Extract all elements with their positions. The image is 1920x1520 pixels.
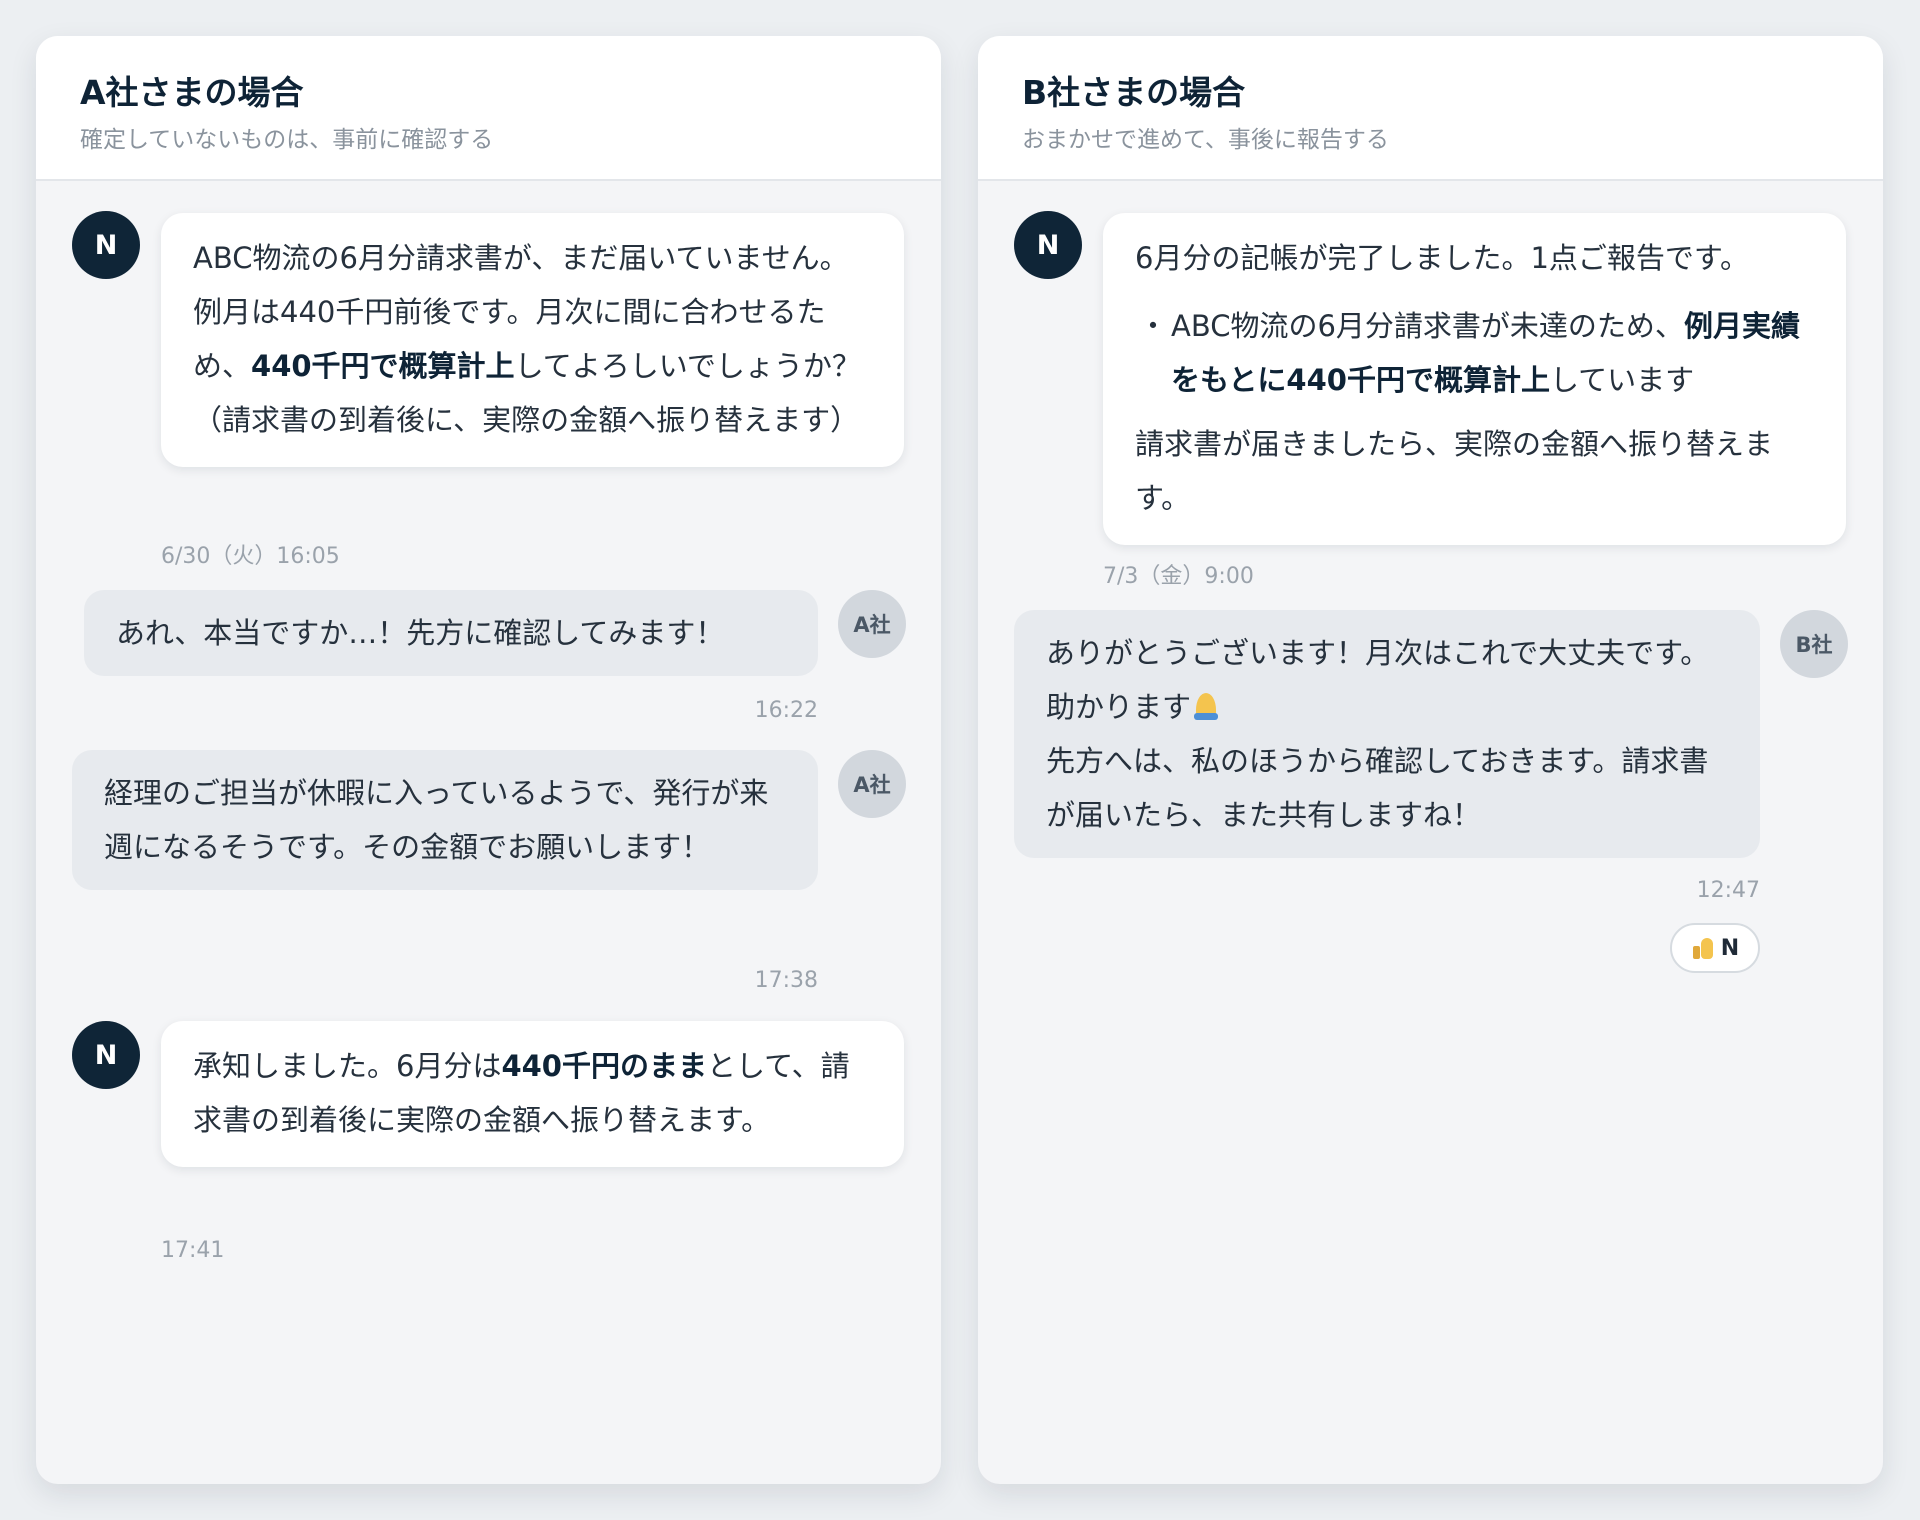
message-timestamp: 17:38 <box>754 968 818 993</box>
panel-title: B社さまの場合 <box>1022 73 1246 112</box>
avatar: B社 <box>1780 610 1848 678</box>
avatar: N <box>1014 211 1082 279</box>
message-timestamp: 6/30（火）16:05 <box>161 544 340 569</box>
bullet-text: ABC物流の6月分請求書が未達のため、例月実績をもとに440千円で概算計上してい… <box>1171 309 1800 397</box>
panel-header: A社さまの場合 確定していないものは、事前に確認する <box>36 36 941 181</box>
chat-panel-a: A社さまの場合 確定していないものは、事前に確認する N ABC物流の6月分請求… <box>36 36 941 1484</box>
message-bubble: 承知しました。6月分は440千円のままとして、請求書の到着後に実際の金額へ振り替… <box>161 1021 904 1167</box>
comparison-page: A社さまの場合 確定していないものは、事前に確認する N ABC物流の6月分請求… <box>0 0 1920 1520</box>
message-text: 承知しました。6月分は440千円のままとして、請求書の到着後に実際の金額へ振り替… <box>193 1049 850 1137</box>
message-bubble: 6月分の記帳が完了しました。1点ご報告です。 ・ ABC物流の6月分請求書が未達… <box>1103 213 1846 545</box>
message-text: 経理のご担当が休暇に入っているようで、発行が来週になるそうです。その金額でお願い… <box>104 776 769 864</box>
reaction-user: N <box>1720 935 1740 961</box>
avatar: N <box>72 211 140 279</box>
message-bubble: ありがとうございます！月次はこれで大丈夫です。助かります 先方へは、私のほうから… <box>1014 610 1760 858</box>
reaction-chip[interactable]: N <box>1670 923 1760 973</box>
message-text: ありがとうございます！月次はこれで大丈夫です。助かります <box>1046 636 1710 724</box>
panel-title: A社さまの場合 <box>80 73 304 112</box>
panel-subtitle: 確定していないものは、事前に確認する <box>80 127 494 153</box>
message-text: 請求書が届きましたら、実際の金額へ振り替えます。 <box>1135 427 1774 515</box>
message-bubble: あれ、本当ですか…！先方に確認してみます！ <box>84 590 818 676</box>
emphasis-text: 440千円で概算計上 <box>251 349 515 383</box>
message-timestamp: 12:47 <box>1696 878 1760 903</box>
message-text: ABC物流の6月分請求書が、まだ届いていません。例月は440千円前後です。月次に… <box>193 241 861 437</box>
message-timestamp: 7/3（金）9:00 <box>1103 564 1254 589</box>
emphasis-text: 440千円のまま <box>501 1049 707 1083</box>
message-text: 先方へは、私のほうから確認しておきます。請求書が届いたら、また共有しますね！ <box>1046 744 1709 832</box>
bullet-marker: ・ <box>1138 309 1168 343</box>
panel-header: B社さまの場合 おまかせで進めて、事後に報告する <box>978 36 1883 181</box>
thumbs-up-icon <box>1691 936 1715 960</box>
message-timestamp: 17:41 <box>161 1238 225 1263</box>
message-timestamp: 16:22 <box>754 698 818 723</box>
message-bubble: ABC物流の6月分請求書が、まだ届いていません。例月は440千円前後です。月次に… <box>161 213 904 467</box>
avatar: A社 <box>838 590 906 658</box>
avatar: N <box>72 1021 140 1089</box>
praying-hands-icon <box>1191 691 1221 721</box>
chat-panel-b: B社さまの場合 おまかせで進めて、事後に報告する N 6月分の記帳が完了しました… <box>978 36 1883 1484</box>
avatar: A社 <box>838 750 906 818</box>
message-text: 6月分の記帳が完了しました。1点ご報告です。 <box>1135 241 1750 275</box>
panel-subtitle: おまかせで進めて、事後に報告する <box>1022 127 1389 153</box>
message-bubble: 経理のご担当が休暇に入っているようで、発行が来週になるそうです。その金額でお願い… <box>72 750 818 890</box>
message-text: あれ、本当ですか…！先方に確認してみます！ <box>116 616 725 650</box>
bullet-item: ・ ABC物流の6月分請求書が未達のため、例月実績をもとに440千円で概算計上し… <box>1135 299 1814 407</box>
